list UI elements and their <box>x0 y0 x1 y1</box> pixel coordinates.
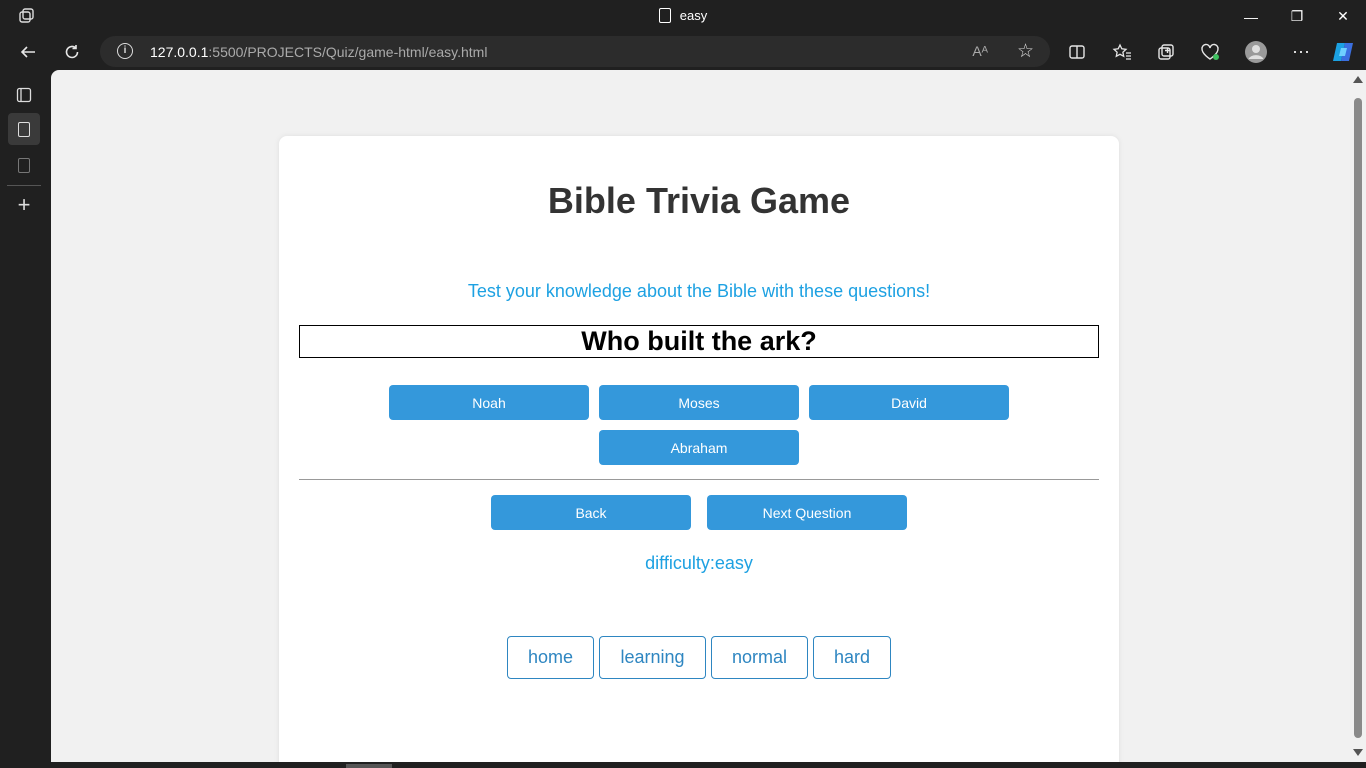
quiz-container: Bible Trivia Game Test your knowledge ab… <box>279 136 1119 762</box>
restore-button[interactable]: ❐ <box>1274 0 1320 33</box>
url-text[interactable]: 127.0.0.1:5500/PROJECTS/Quiz/game-html/e… <box>150 44 487 60</box>
tab-page-icon[interactable] <box>8 149 40 181</box>
collections-icon[interactable] <box>1151 37 1181 67</box>
browser-toolbar: i 127.0.0.1:5500/PROJECTS/Quiz/game-html… <box>0 33 1366 70</box>
question-text: Who built the ark? <box>299 325 1099 358</box>
page-subtitle: Test your knowledge about the Bible with… <box>467 281 931 301</box>
favorites-icon[interactable] <box>1107 37 1137 67</box>
nav-link-hard[interactable]: hard <box>813 636 891 679</box>
answer-button-moses[interactable]: Moses <box>599 385 799 420</box>
read-aloud-icon[interactable]: Aᴬ <box>972 43 988 59</box>
answer-button-noah[interactable]: Noah <box>389 385 589 420</box>
scrollbar-thumb[interactable] <box>1354 98 1362 738</box>
browser-title-bar: easy — ❐ ✕ <box>0 0 1366 33</box>
tab-actions-icon[interactable] <box>8 79 40 111</box>
address-bar[interactable]: i 127.0.0.1:5500/PROJECTS/Quiz/game-html… <box>100 36 1050 67</box>
back-arrow-icon[interactable] <box>13 37 43 67</box>
favorite-star-icon[interactable]: ☆ <box>1017 40 1034 63</box>
scroll-up-arrow-icon[interactable] <box>1353 76 1363 83</box>
back-button[interactable]: Back <box>491 495 691 530</box>
horizontal-scroll-indicator <box>346 764 392 768</box>
section-divider <box>299 479 1099 480</box>
page-icon <box>18 157 30 173</box>
minimize-button[interactable]: — <box>1228 0 1274 33</box>
new-tab-plus-icon[interactable]: + <box>8 189 40 221</box>
page-icon <box>658 8 671 23</box>
profile-avatar-icon[interactable] <box>1241 37 1271 67</box>
nav-link-learning[interactable]: learning <box>599 636 706 679</box>
vertical-scrollbar[interactable] <box>1349 70 1366 762</box>
scroll-down-arrow-icon[interactable] <box>1353 749 1363 756</box>
page-viewport: Bible Trivia Game Test your knowledge ab… <box>51 70 1366 762</box>
tab-title-text: easy <box>679 8 708 23</box>
nav-link-normal[interactable]: normal <box>711 636 808 679</box>
refresh-icon[interactable] <box>57 37 87 67</box>
page-icon <box>18 121 30 137</box>
close-button[interactable]: ✕ <box>1320 0 1366 33</box>
copilot-icon[interactable] <box>1328 37 1358 67</box>
next-question-button[interactable]: Next Question <box>707 495 907 530</box>
page-title: Bible Trivia Game <box>547 180 851 221</box>
tab-title: easy <box>0 8 1366 23</box>
active-tab-page-icon[interactable] <box>8 113 40 145</box>
answer-button-david[interactable]: David <box>809 385 1009 420</box>
answer-button-abraham[interactable]: Abraham <box>599 430 799 465</box>
browser-essentials-icon[interactable] <box>1195 37 1225 67</box>
site-info-icon[interactable]: i <box>117 43 133 59</box>
sidebar-divider <box>7 185 41 186</box>
nav-link-home[interactable]: home <box>507 636 594 679</box>
split-screen-icon[interactable] <box>1062 37 1092 67</box>
vertical-tabs-sidebar: + <box>0 70 50 768</box>
bottom-edge <box>0 762 1366 768</box>
more-options-icon[interactable]: ⋯ <box>1286 37 1316 67</box>
difficulty-label: difficulty:easy <box>645 553 753 573</box>
